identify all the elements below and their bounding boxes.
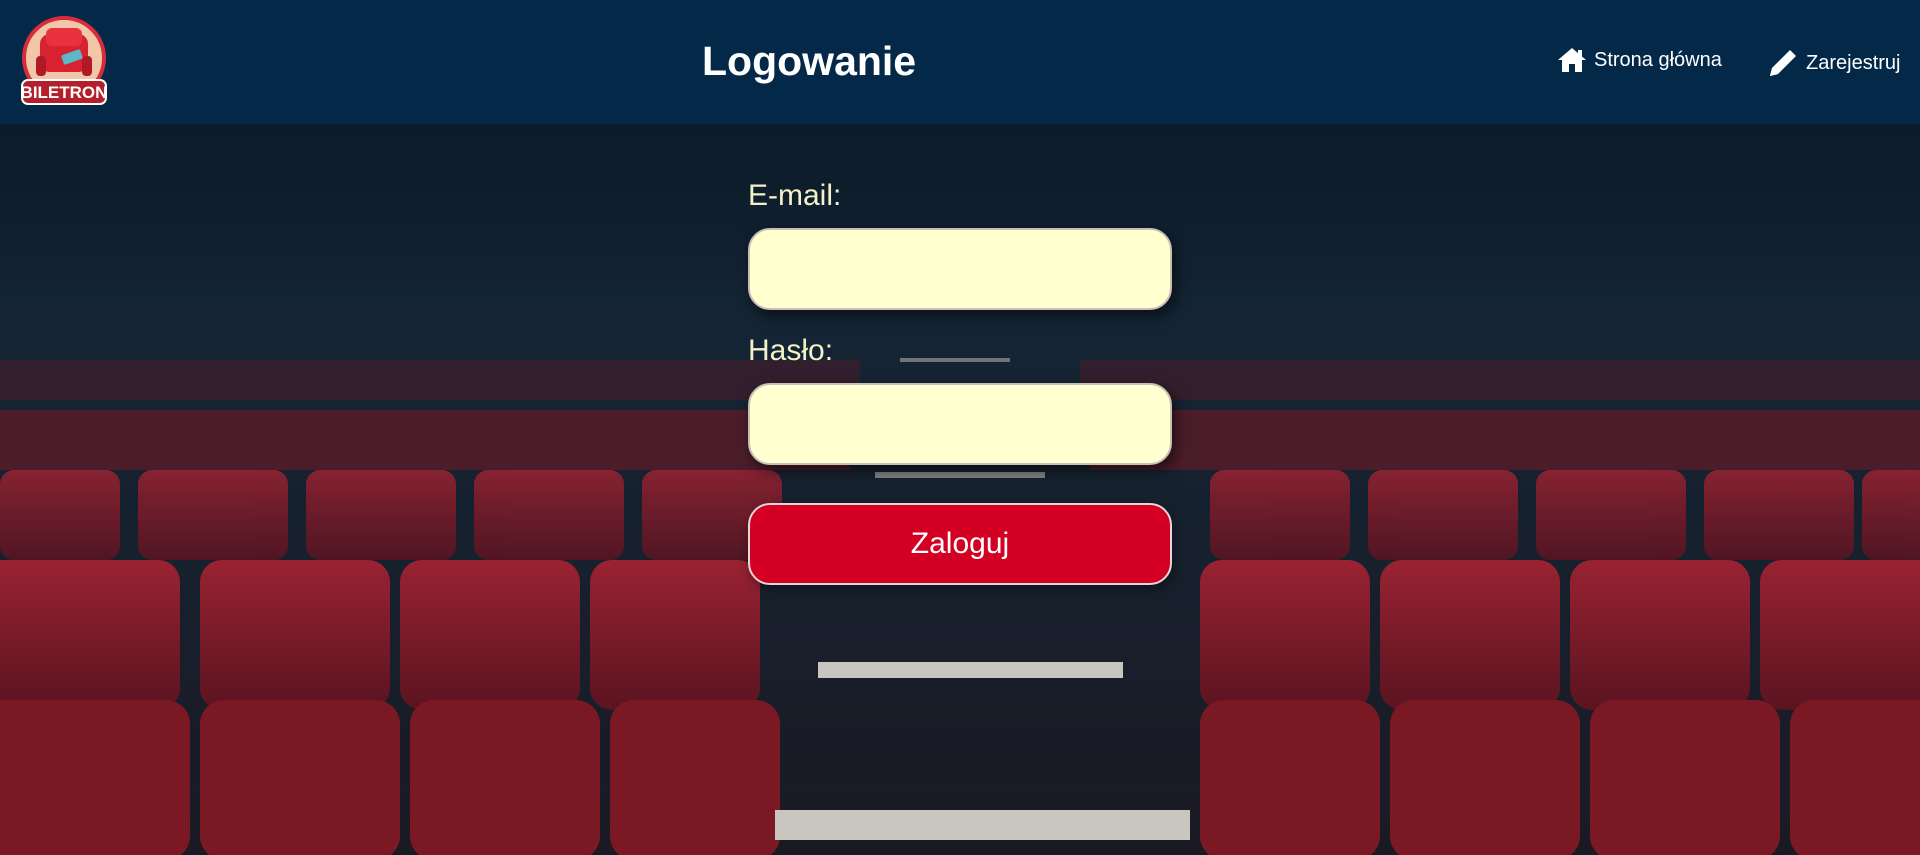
password-field[interactable] [748,383,1172,465]
email-field[interactable] [748,228,1172,310]
pencil-icon [1766,46,1800,80]
svg-text:BILETRON: BILETRON [21,83,108,102]
home-icon [1556,46,1588,74]
login-button[interactable]: Zaloguj [748,503,1172,585]
nav-register-label: Zarejestruj [1806,51,1901,74]
page-title: Logowanie [702,38,917,84]
nav-home-label: Strona główna [1594,48,1722,71]
logo-graphic: BILETRON [21,16,108,105]
nav-home-link[interactable]: Strona główna [1556,46,1722,74]
top-header: BILETRON Logowanie Strona główna Zarejes… [0,0,1920,124]
login-form: E-mail: Hasło: Zaloguj [748,176,1172,585]
nav-register-link[interactable]: Zarejestruj [1766,46,1900,80]
password-label: Hasło: [748,334,834,367]
email-label: E-mail: [748,179,842,212]
biletron-logo[interactable]: BILETRON [16,14,112,110]
